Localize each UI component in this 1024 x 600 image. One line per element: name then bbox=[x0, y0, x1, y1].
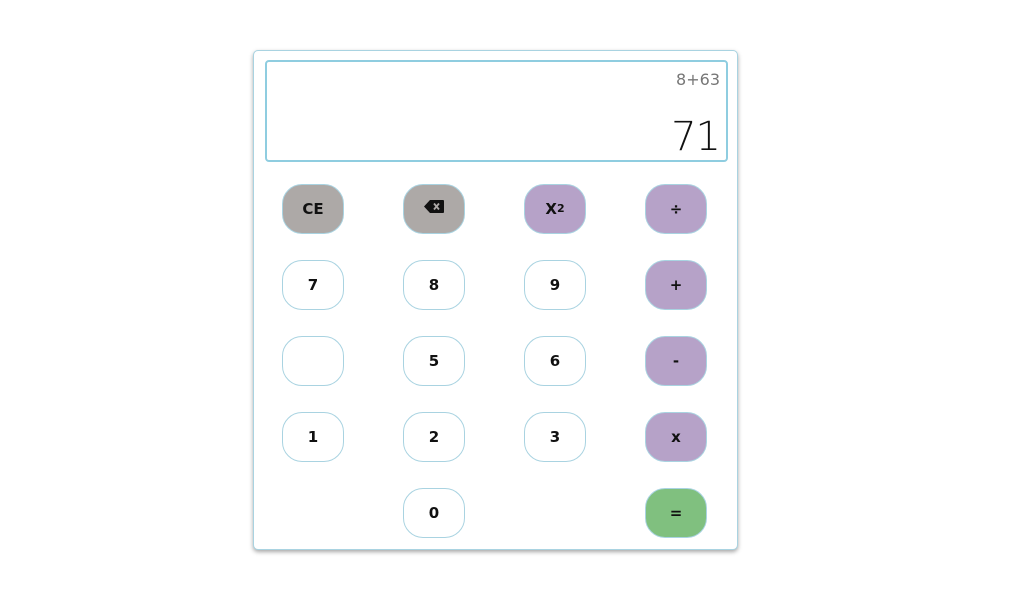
clear-entry-label: CE bbox=[302, 200, 324, 218]
square-label: X bbox=[545, 200, 557, 218]
backspace-button[interactable] bbox=[403, 184, 465, 234]
digit-5-button[interactable]: 5 bbox=[403, 336, 465, 386]
multiply-button[interactable]: x bbox=[645, 412, 707, 462]
expression-display: 8+63 bbox=[676, 70, 720, 89]
digit-2-button[interactable]: 2 bbox=[403, 412, 465, 462]
digit-7-label: 7 bbox=[307, 276, 319, 294]
backspace-icon bbox=[424, 199, 444, 213]
square-button[interactable]: X2 bbox=[524, 184, 586, 234]
blank-button[interactable] bbox=[282, 336, 344, 386]
digit-7-button[interactable]: 7 bbox=[282, 260, 344, 310]
minus-button[interactable]: - bbox=[645, 336, 707, 386]
plus-button[interactable]: + bbox=[645, 260, 707, 310]
digit-5-label: 5 bbox=[428, 352, 440, 370]
digit-0-label: 0 bbox=[428, 504, 440, 522]
digit-8-label: 8 bbox=[428, 276, 440, 294]
digit-2-label: 2 bbox=[428, 428, 440, 446]
divide-label: ÷ bbox=[669, 200, 683, 218]
clear-entry-button[interactable]: CE bbox=[282, 184, 344, 234]
display: 8+63 71 bbox=[265, 60, 728, 162]
digit-9-button[interactable]: 9 bbox=[524, 260, 586, 310]
digit-6-label: 6 bbox=[549, 352, 561, 370]
digit-0-button[interactable]: 0 bbox=[403, 488, 465, 538]
calculator: 8+63 71 CE X2 ÷ 7 8 9 + 5 6 - 1 2 3 x 0 … bbox=[253, 50, 738, 550]
digit-9-label: 9 bbox=[549, 276, 561, 294]
equals-label: = bbox=[669, 504, 683, 522]
digit-3-button[interactable]: 3 bbox=[524, 412, 586, 462]
result-display: 71 bbox=[671, 114, 721, 160]
digit-1-label: 1 bbox=[307, 428, 319, 446]
divide-button[interactable]: ÷ bbox=[645, 184, 707, 234]
minus-label: - bbox=[672, 352, 680, 370]
digit-3-label: 3 bbox=[549, 428, 561, 446]
multiply-label: x bbox=[671, 428, 681, 446]
plus-label: + bbox=[669, 276, 683, 294]
equals-button[interactable]: = bbox=[645, 488, 707, 538]
digit-6-button[interactable]: 6 bbox=[524, 336, 586, 386]
digit-1-button[interactable]: 1 bbox=[282, 412, 344, 462]
digit-8-button[interactable]: 8 bbox=[403, 260, 465, 310]
